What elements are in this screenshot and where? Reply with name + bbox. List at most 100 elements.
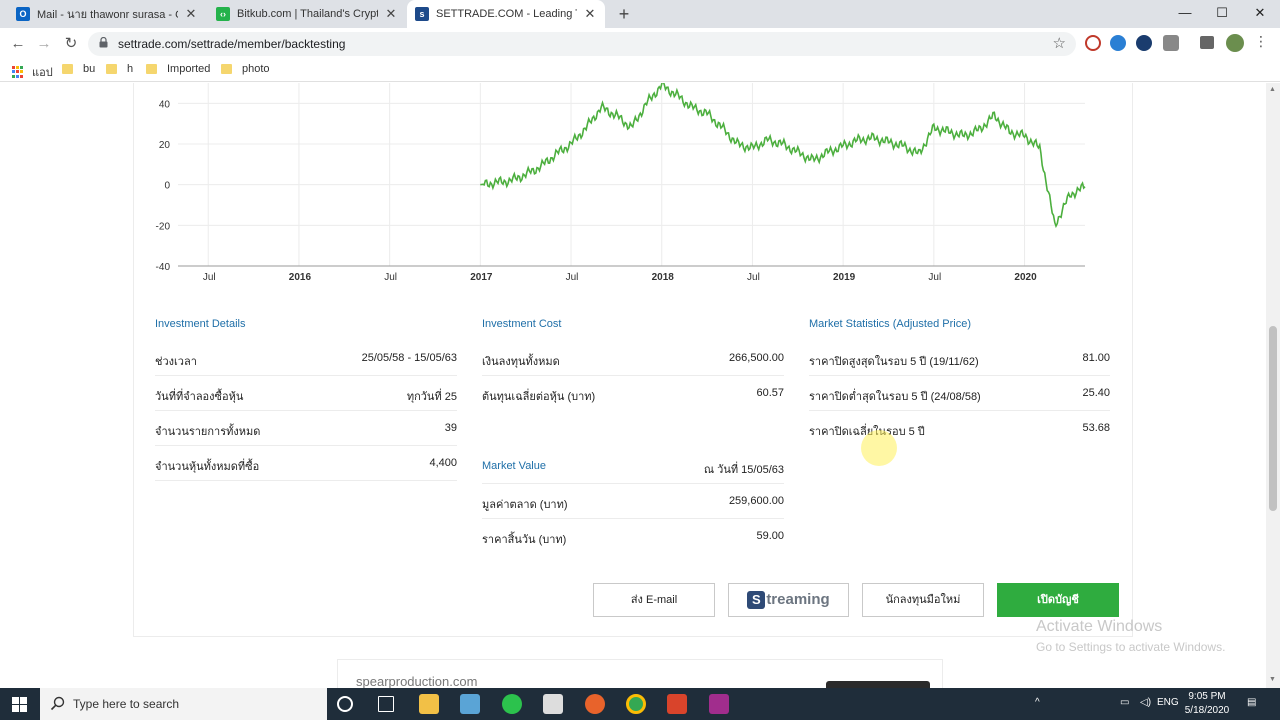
page-content: 40 20 0 -20 -40 Jul 2016 Jul 2017 Jul 2018 Jul 2019… bbox=[0, 83, 1280, 688]
profile-avatar[interactable] bbox=[1226, 34, 1244, 52]
x-tick-label: Jul bbox=[566, 272, 579, 283]
scrollbar-thumb[interactable] bbox=[1269, 326, 1277, 511]
row-value: 266,500.00 bbox=[728, 352, 784, 364]
bookmark-photo[interactable]: photo bbox=[221, 63, 270, 75]
chevron-up-icon[interactable]: ^ bbox=[1035, 697, 1040, 708]
back-icon[interactable]: ← bbox=[8, 34, 28, 54]
x-tick-label: Jul bbox=[928, 272, 941, 283]
reload-icon[interactable]: ↻ bbox=[61, 34, 81, 54]
chart-x-ticks: Jul 2016 Jul 2017 Jul 2018 Jul 2019 Jul 2020 bbox=[203, 272, 1037, 283]
extension-icon[interactable] bbox=[1110, 35, 1126, 51]
row-label: ราคาสิ้นวัน (บาท) bbox=[482, 534, 567, 546]
app-icon[interactable] bbox=[460, 694, 480, 714]
cost-row: ต้นทุนเฉลี่ยต่อหุ้น (บาท) 60.57 bbox=[482, 376, 784, 411]
app-icon[interactable] bbox=[709, 694, 729, 714]
activate-windows-subtitle: Go to Settings to activate Windows. bbox=[1036, 640, 1226, 654]
tab-title: SETTRADE.COM - Leading Technology bbox=[436, 8, 577, 20]
close-icon[interactable]: ✕ bbox=[184, 6, 198, 22]
tab-outlook[interactable]: O Mail - นาย thawonr surasa - Outlook ✕ bbox=[8, 0, 206, 28]
row-label: ช่วงเวลา bbox=[155, 356, 197, 368]
settrade-icon: s bbox=[415, 7, 429, 21]
tab-title: Mail - นาย thawonr surasa - Outlook bbox=[37, 9, 178, 21]
bookmark-imported[interactable]: Imported bbox=[146, 63, 210, 75]
y-tick-label: -20 bbox=[156, 221, 171, 232]
firefox-icon[interactable] bbox=[585, 694, 605, 714]
x-tick-label: 2020 bbox=[1014, 272, 1037, 283]
footer-text: spearproduction.com bbox=[356, 674, 478, 688]
x-tick-label: Jul bbox=[747, 272, 760, 283]
market-value-header: Market Value ณ วันที่ 15/05/63 bbox=[482, 449, 784, 484]
bookmark-label: Imported bbox=[167, 63, 211, 75]
investment-details-title: Investment Details bbox=[155, 318, 246, 330]
row-value: 59.00 bbox=[756, 530, 784, 542]
chrome-icon[interactable] bbox=[626, 694, 646, 714]
bookmark-h[interactable]: h bbox=[106, 63, 133, 75]
cursor-highlight bbox=[861, 430, 897, 466]
bookmark-apps[interactable]: แอป bbox=[12, 63, 53, 81]
new-investor-button[interactable]: นักลงทุนมือใหม่ bbox=[862, 583, 984, 617]
tab-bitkub[interactable]: ‹› Bitkub.com | Thailand's Cryptocurrenc… bbox=[208, 0, 406, 28]
detail-row: ช่วงเวลา 25/05/58 - 15/05/63 bbox=[155, 341, 457, 376]
language-indicator[interactable]: ENG bbox=[1157, 697, 1179, 708]
taskbar-clock[interactable]: 9:05 PM 5/18/2020 bbox=[1183, 690, 1231, 718]
market-statistics-title: Market Statistics (Adjusted Price) bbox=[809, 318, 971, 330]
row-value: 39 bbox=[444, 422, 457, 434]
extension-icon[interactable] bbox=[1136, 35, 1152, 51]
maximize-icon[interactable]: ☐ bbox=[1204, 2, 1240, 24]
extension-icon[interactable] bbox=[1163, 35, 1179, 51]
detail-row: วันที่ที่จำลองซื้อหุ้น ทุกวันที่ 25 bbox=[155, 376, 457, 411]
line-app-icon[interactable] bbox=[502, 694, 522, 714]
close-icon[interactable]: ✕ bbox=[384, 6, 398, 22]
page-scrollbar[interactable]: ▲ ▼ bbox=[1266, 83, 1280, 688]
bookmark-label: photo bbox=[242, 63, 270, 75]
menu-icon[interactable]: ⋮ bbox=[1254, 33, 1268, 50]
streaming-logo: S treaming bbox=[747, 584, 830, 616]
close-icon[interactable]: ✕ bbox=[583, 6, 597, 22]
market-value-row: ราคาสิ้นวัน (บาท) 59.00 bbox=[482, 519, 784, 554]
notification-icon[interactable]: ▤ bbox=[1247, 697, 1256, 708]
bookmark-star-icon[interactable]: ☆ bbox=[1053, 34, 1066, 52]
scroll-up-icon[interactable]: ▲ bbox=[1269, 86, 1276, 93]
folder-icon bbox=[106, 64, 117, 74]
row-value: 25.40 bbox=[1082, 387, 1110, 399]
tab-settrade[interactable]: s SETTRADE.COM - Leading Technology ✕ bbox=[407, 0, 605, 28]
chart-y-ticks: 40 20 0 -20 -40 bbox=[156, 99, 171, 273]
close-window-icon[interactable]: ✕ bbox=[1242, 2, 1278, 24]
calculator-icon[interactable] bbox=[543, 694, 563, 714]
file-explorer-icon[interactable] bbox=[419, 694, 439, 714]
folder-icon bbox=[146, 64, 157, 74]
tab-strip: O Mail - นาย thawonr surasa - Outlook ✕ … bbox=[0, 0, 1280, 28]
network-icon[interactable]: ▭ bbox=[1120, 697, 1129, 708]
send-email-button[interactable]: ส่ง E-mail bbox=[593, 583, 715, 617]
taskbar-search[interactable]: Type here to search bbox=[40, 688, 327, 720]
row-value: 259,600.00 bbox=[728, 495, 784, 507]
streaming-button[interactable]: S treaming bbox=[728, 583, 849, 617]
clock-date: 5/18/2020 bbox=[1184, 705, 1230, 716]
bookmark-label: แอป bbox=[32, 67, 53, 79]
reading-list-icon[interactable] bbox=[1200, 36, 1214, 49]
url-text: settrade.com/settrade/member/backtesting bbox=[118, 37, 346, 51]
bookmark-bu[interactable]: bu bbox=[62, 63, 95, 75]
extension-icon[interactable] bbox=[1085, 35, 1101, 51]
streaming-label: treaming bbox=[766, 591, 830, 608]
address-bar[interactable]: settrade.com/settrade/member/backtesting… bbox=[88, 32, 1076, 56]
cortana-icon[interactable] bbox=[337, 696, 353, 712]
y-tick-label: -40 bbox=[156, 262, 171, 273]
windows-start-icon[interactable] bbox=[12, 697, 27, 712]
office-icon[interactable] bbox=[667, 694, 687, 714]
floating-tab[interactable] bbox=[826, 681, 930, 688]
row-value: ทุกวันที่ 25 bbox=[406, 391, 457, 403]
forward-icon[interactable]: → bbox=[34, 34, 54, 54]
minimize-icon[interactable]: — bbox=[1167, 2, 1203, 24]
row-label: ต้นทุนเฉลี่ยต่อหุ้น (บาท) bbox=[482, 391, 596, 403]
detail-row: จำนวนรายการทั้งหมด 39 bbox=[155, 411, 457, 446]
new-tab-icon[interactable]: + bbox=[614, 4, 634, 24]
task-view-icon[interactable] bbox=[378, 696, 394, 712]
row-value: 4,400 bbox=[429, 457, 457, 469]
folder-icon bbox=[221, 64, 232, 74]
volume-icon[interactable]: ◁) bbox=[1140, 697, 1151, 708]
open-account-button[interactable]: เปิดบัญชี bbox=[997, 583, 1119, 617]
market-value-row: มูลค่าตลาด (บาท) 259,600.00 bbox=[482, 484, 784, 519]
scroll-down-icon[interactable]: ▼ bbox=[1269, 676, 1276, 683]
row-label: มูลค่าตลาด (บาท) bbox=[482, 499, 568, 511]
